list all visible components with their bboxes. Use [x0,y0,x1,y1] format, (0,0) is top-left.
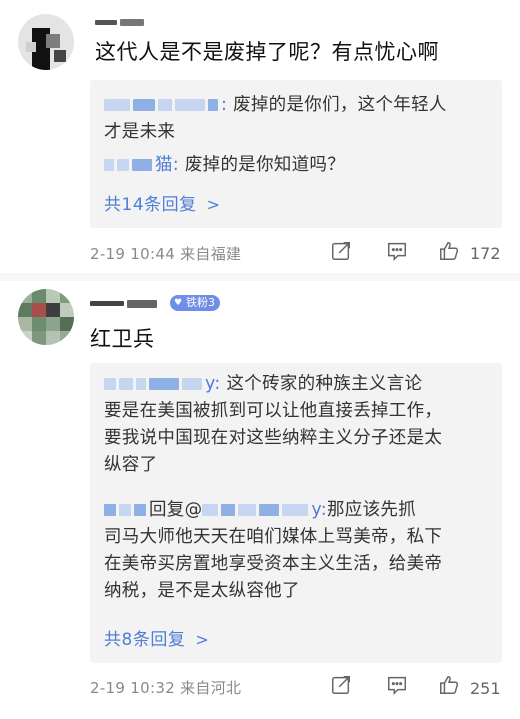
reply-preview-box[interactable]: y: 这个砖家的种族主义言论 要是在美国被抓到可以让他直接丢掉工作， 要我说中国… [90,363,502,663]
comment-location: 来自福建 [180,245,242,263]
reply-author-blurred[interactable] [104,155,155,175]
share-edit-icon[interactable] [330,240,352,264]
chevron-right-icon: > [206,195,221,214]
avatar[interactable] [18,289,74,345]
reply-target-blurred[interactable] [202,500,311,520]
reply-author-blurred[interactable] [104,374,205,394]
reply-item[interactable]: : 废掉的是你们，这个年轻人 才是未来 [104,92,492,146]
comment-text: 红卫兵 [90,327,155,351]
comment-meta: 2-19 10:32 来自河北 [90,677,241,698]
comment-text: 这代人是不是废掉了呢？有点忧心啊 [95,40,439,64]
comment-2: ♥ 铁粉3 红卫兵 y: 这个砖家的种族主义言论 要是在美国被抓到可以让他直接丢… [0,283,520,719]
share-edit-icon[interactable] [330,674,352,698]
username-blurred[interactable] [90,293,180,308]
comment-divider [0,273,520,281]
reply-item[interactable]: 回复@ y:那应该先抓 司马大师他天天在咱们媒体上骂美帝，私下 在美帝买房置地享受… [104,497,492,605]
reply-item[interactable]: 猫: 废掉的是你知道吗？ [104,152,492,179]
reply-author-blurred[interactable] [104,95,221,115]
fan-badge-icon: ♥ [174,298,183,308]
view-more-replies-link[interactable]: 共8条回复 > [104,625,209,650]
comment-location: 来自河北 [180,679,242,697]
comment-bubble-icon[interactable] [386,674,408,698]
view-more-replies-link[interactable]: 共14条回复 > [104,190,221,215]
fan-badge[interactable]: ♥ 铁粉3 [170,295,220,311]
avatar[interactable] [18,14,74,70]
thumbs-up-icon[interactable] [438,240,460,264]
thumbs-up-icon[interactable] [438,674,460,698]
comment-bubble-icon[interactable] [386,240,408,264]
comment-date: 2-19 10:32 [90,679,176,697]
like-count: 172 [470,244,501,263]
comment-meta: 2-19 10:44 来自福建 [90,243,241,264]
chevron-right-icon: > [195,630,210,649]
reply-preview-box[interactable]: : 废掉的是你们，这个年轻人 才是未来 猫: 废掉的是你知道吗？ 共14条回复 > [90,80,502,228]
comment-date: 2-19 10:44 [90,245,176,263]
reply-author-blurred[interactable] [104,500,149,520]
comment-1: 这代人是不是废掉了呢？有点忧心啊 : 废掉的是你们，这个年轻人 才是未来 猫: … [0,0,520,270]
reply-item[interactable]: y: 这个砖家的种族主义言论 要是在美国被抓到可以让他直接丢掉工作， 要我说中国… [104,371,492,479]
username-blurred[interactable] [95,12,165,26]
like-count: 251 [470,679,501,698]
